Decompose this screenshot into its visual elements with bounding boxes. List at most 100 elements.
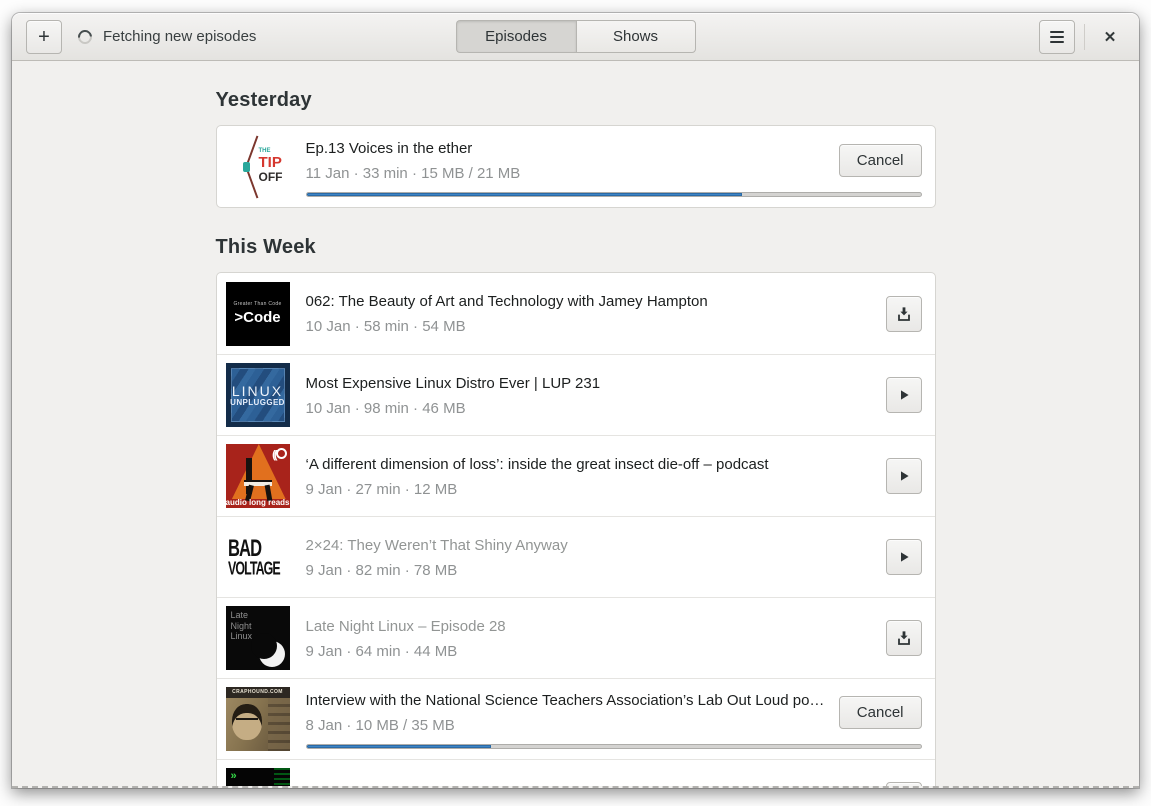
logo-text: >Code [234,309,281,326]
episode-row-main: Late Night Linux – Episode 28 9 Jan · 64 … [306,615,922,662]
logo-text: OFF [258,169,283,184]
podcast-cover-art: (( audio long reads [225,444,290,508]
logo-text: LINUX [231,382,284,399]
episode-row: THE TIP OFF Ep.13 Voices in the ether 11 Jan… [217,126,935,207]
spinner-icon [75,26,95,47]
craphound-glasses [235,718,258,723]
download-button[interactable] [885,295,922,332]
download-progress-fill [306,192,743,196]
episode-row-top: Most Expensive Linux Distro Ever | LUP 2… [306,372,922,419]
download-progress-bar [305,191,922,197]
podcast-cover-art: CRAPHOUND.COM [225,687,290,751]
episode-row-top: ‘A different dimension of loss’: inside … [306,453,922,500]
episode-text-block: Late Night Linux – Episode 28 9 Jan · 64 … [306,615,874,662]
episode-text-block: Ep.13 Voices in the ether 11 Jan · 33 min… [306,137,827,184]
download-button[interactable] [885,620,922,656]
episode-meta: 10 Jan · 58 min · 54 MB [305,318,466,335]
menu-button[interactable] [1039,19,1075,54]
episode-title: 2×24: They Weren’t That Shiny Anyway [305,536,568,554]
logo-text: Night [230,620,252,631]
headerbar: + Fetching new episodes Episodes Shows ✕ [12,13,1139,61]
logo-text: Greater Than Code [233,301,282,307]
app-window: + Fetching new episodes Episodes Shows ✕… [12,13,1139,788]
episode-row-main: Most Expensive Linux Distro Ever | LUP 2… [306,372,922,419]
episode-row: Late Night Linux Late Night Linux – Episode… [216,597,935,678]
episode-title: Most Expensive Linux Distro Ever | LUP 2… [305,374,601,392]
episode-text-block: 062: The Beauty of Art and Technology wi… [306,290,874,337]
episode-meta: 8 Jan · 10 MB / 35 MB [305,717,455,734]
lnl-crescent-moon [250,633,285,667]
episode-row: BAD VOLTAGE 2×24: They Weren’t That Shiny … [216,516,935,597]
tipoff-wordmark: THE TIP OFF [259,148,283,183]
tab-episodes[interactable]: Episodes [455,20,576,53]
header-right-cluster: ✕ [1039,19,1126,54]
play-button[interactable] [885,539,922,575]
logo-text: audio long reads [225,498,290,507]
irl-glitch-noise [273,768,290,786]
episode-card: Greater Than Code >Code 062: The Beauty of… [215,272,936,786]
podcast-cover-art: Late Night Linux [225,606,290,670]
podcast-cover-art: BAD VOLTAGE [225,525,290,589]
episode-row: Greater Than Code >Code 062: The Beauty of… [217,273,935,354]
logo-text: » [230,770,237,782]
close-icon: ✕ [1103,28,1117,46]
episode-meta: 9 Jan · 64 min · 44 MB [305,642,458,660]
download-progress-bar [305,744,922,749]
download-progress-fill [306,745,491,748]
episode-row: » IRL Bot or Not [216,759,935,786]
episode-meta: 9 Jan · 27 min · 12 MB [305,480,458,498]
episode-row-top: 062: The Beauty of Art and Technology wi… [306,290,922,337]
play-icon [900,390,909,400]
episode-row-top: 2×24: They Weren’t That Shiny Anyway 9 Ja… [306,534,922,581]
episode-title: ‘A different dimension of loss’: inside … [305,455,769,473]
episode-row-main: ‘A different dimension of loss’: inside … [306,453,922,500]
play-icon [900,471,909,481]
lup-striped-panel: LINUX UNPLUGGED [230,368,285,422]
episode-row-main: Bot or Not [306,782,922,786]
episode-card: THE TIP OFF Ep.13 Voices in the ether 11 Jan… [215,125,936,208]
episodes-view: Yesterday THE TIP OFF Ep.13 Voices in the et… [12,61,1139,786]
logo-text: TIP [258,153,282,171]
cancel-download-button[interactable]: Cancel [838,696,922,729]
logo-text: IRL [236,784,276,786]
close-button[interactable]: ✕ [1094,21,1126,53]
episode-row: LINUX UNPLUGGED Most Expensive Linux Distr… [216,354,935,435]
alr-roundel [275,448,287,459]
episode-row-top: Late Night Linux – Episode 28 9 Jan · 64 … [306,615,922,662]
alr-broadcast-arcs: (( [272,449,278,461]
view-switcher: Episodes Shows [455,20,696,53]
episode-row: CRAPHOUND.COM Interview with the National… [216,678,935,759]
episode-row-top: Bot or Not [306,782,922,786]
episode-meta: 9 Jan · 82 min · 78 MB [305,561,458,579]
episode-row-top: Ep.13 Voices in the ether 11 Jan · 33 min… [306,137,922,184]
content-column: Yesterday THE TIP OFF Ep.13 Voices in the et… [215,89,936,786]
play-button[interactable] [885,458,922,494]
fetch-status: Fetching new episodes [75,26,256,47]
episode-title: Interview with the National Science Teac… [305,692,827,709]
episode-title: 062: The Beauty of Art and Technology wi… [305,293,708,310]
podcast-cover-art: LINUX UNPLUGGED [225,363,290,427]
episode-row-main: 062: The Beauty of Art and Technology wi… [306,290,922,337]
episode-text-block: 2×24: They Weren’t That Shiny Anyway 9 Ja… [306,534,874,581]
add-podcast-button[interactable]: + [26,19,62,54]
download-button[interactable] [885,782,922,786]
episode-row-main: Interview with the National Science Teac… [305,689,922,749]
episode-row-main: 2×24: They Weren’t That Shiny Anyway 9 Ja… [306,534,922,581]
play-icon [900,552,909,562]
plus-icon: + [38,25,50,48]
section-heading: Yesterday [215,89,312,111]
tipoff-hook-line [245,167,258,198]
cancel-download-button[interactable]: Cancel [838,143,922,177]
logo-text: Late [230,610,249,620]
episode-text-block: Interview with the National Science Teac… [306,689,827,736]
craphound-background [267,698,290,751]
logo-text: VOLTAGE [227,558,281,579]
episode-title: Ep.13 Voices in the ether [305,139,473,157]
logo-text: CRAPHOUND.COM [225,687,290,698]
hamburger-icon [1050,30,1064,43]
episode-text-block: ‘A different dimension of loss’: inside … [306,453,874,500]
podcast-cover-art: Greater Than Code >Code [225,281,290,346]
tab-shows[interactable]: Shows [575,20,696,53]
podcast-cover-art: THE TIP OFF [225,134,290,199]
play-button[interactable] [885,377,922,413]
